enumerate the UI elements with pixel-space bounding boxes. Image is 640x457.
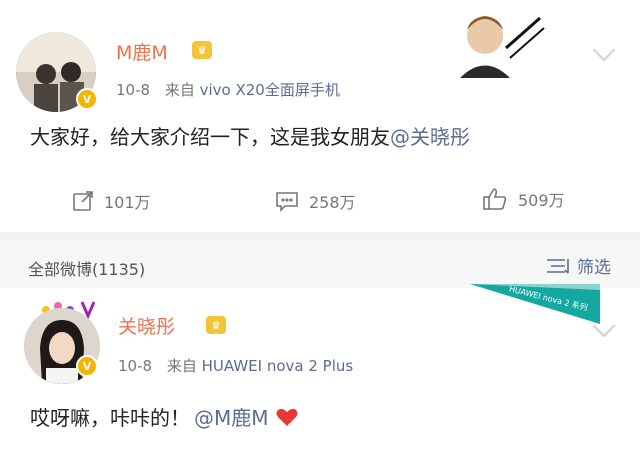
post1-text: 大家好，给大家介绍一下，这是我女朋友@关晓彤	[30, 121, 470, 150]
post1-author-name[interactable]: M鹿M	[116, 38, 168, 65]
post2-source-device[interactable]: HUAWEI nova 2 Plus	[202, 357, 354, 375]
all-weibo-title[interactable]: 全部微博(1135)	[28, 256, 145, 280]
like-button[interactable]: 509万	[482, 187, 565, 211]
comment-count: 258万	[309, 193, 356, 212]
thumbs-up-icon	[483, 188, 507, 210]
filter-label: 筛选	[577, 258, 611, 278]
post1-more-chevron-icon[interactable]	[592, 38, 616, 62]
verified-badge-icon-2: V	[76, 355, 98, 377]
post1-source-device[interactable]: vivo X20全面屏手机	[200, 81, 340, 99]
section-divider	[0, 232, 640, 240]
post2-date: 10-8	[118, 357, 153, 375]
filter-icon	[547, 258, 569, 274]
decorative-card-image	[440, 8, 550, 78]
post2-meta: 10-8 来自 HUAWEI nova 2 Plus	[118, 355, 353, 376]
post2-text: 哎呀嘛，咔咔的！ @M鹿M	[30, 402, 299, 431]
comment-button[interactable]: 258万	[275, 189, 356, 213]
post2-author-name[interactable]: 关晓彤	[118, 312, 175, 339]
heart-icon	[276, 408, 298, 426]
filter-button[interactable]: 筛选	[545, 253, 611, 278]
post1-body: 大家好，给大家介绍一下，这是我女朋友	[30, 125, 390, 149]
post1-date: 10-8	[116, 81, 151, 99]
repost-button[interactable]: 101万	[72, 189, 151, 213]
repost-icon	[73, 191, 93, 211]
comment-icon	[276, 192, 298, 212]
post2-mention-link[interactable]: @M鹿M	[194, 402, 269, 431]
repost-count: 101万	[104, 193, 151, 212]
post1-from-label: 来自	[164, 81, 195, 99]
vip-crown-icon-2: ♛	[206, 316, 226, 334]
post2-body: 哎呀嘛，咔咔的！	[30, 406, 190, 430]
post1-meta: 10-8 来自 vivo X20全面屏手机	[116, 79, 340, 100]
post2-from-label: 来自	[166, 357, 197, 375]
device-ribbon: HUAWEI nova 2 系列	[470, 284, 600, 324]
verified-badge-icon: V	[76, 88, 98, 110]
like-count: 509万	[518, 191, 565, 210]
vip-crown-icon: ♛	[192, 41, 212, 59]
post1-mention-link[interactable]: @关晓彤	[390, 125, 470, 149]
